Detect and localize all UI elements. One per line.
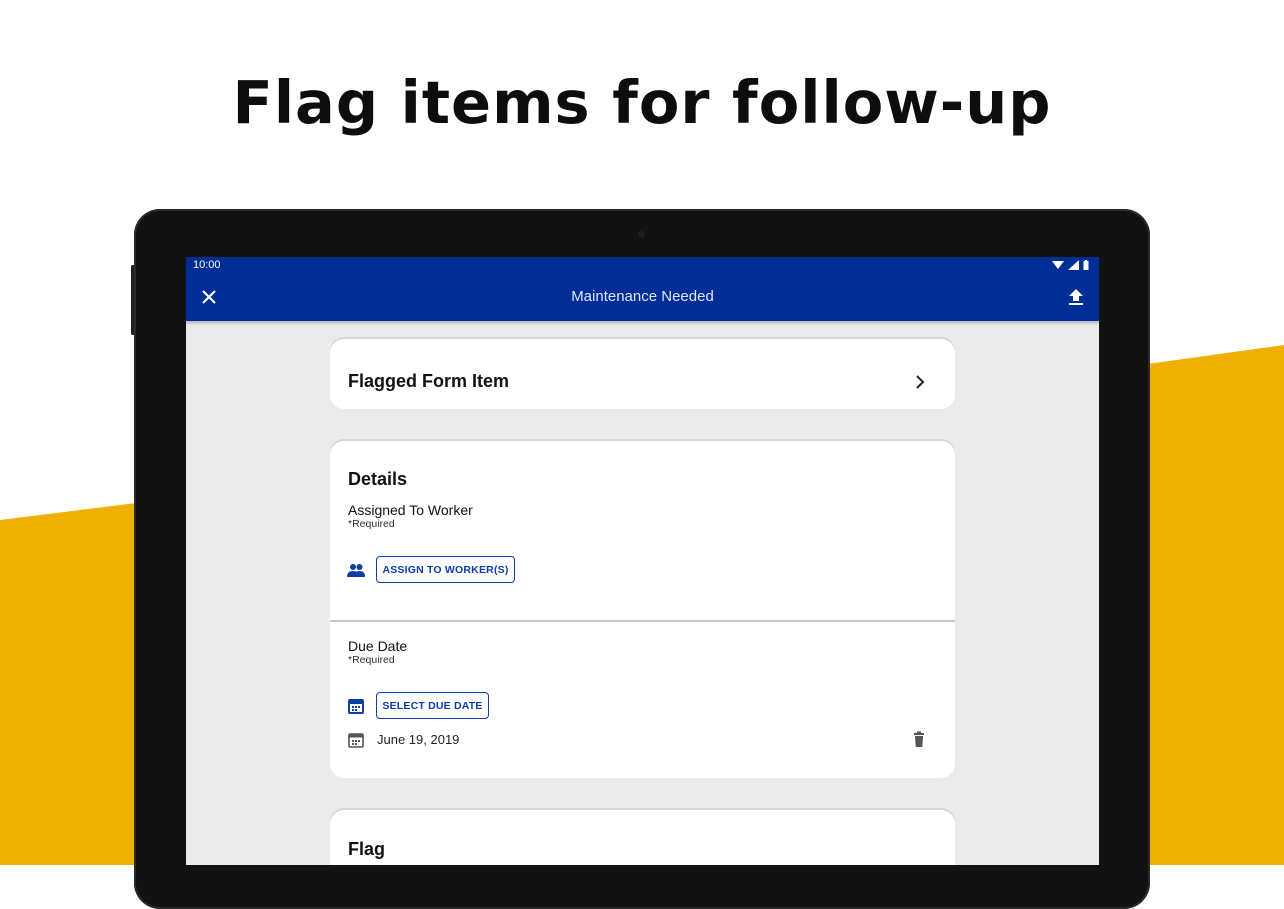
details-card: Details Assigned To Worker *Required ASS…	[330, 441, 955, 778]
flagged-item-title: Flagged Form Item	[348, 371, 510, 391]
details-heading: Details	[348, 469, 408, 489]
details-divider	[330, 620, 955, 622]
status-time: 10:00	[193, 259, 221, 271]
assign-worker-button[interactable]: ASSIGN TO WORKER(S)	[376, 556, 515, 583]
app-bar-title: Maintenance Needed	[571, 288, 714, 305]
app-bar: Maintenance Needed	[186, 274, 1099, 321]
camera-icon	[638, 231, 645, 238]
upload-icon[interactable]	[1065, 286, 1087, 308]
due-date-required: *Required	[348, 654, 395, 666]
select-due-date-button[interactable]: SELECT DUE DATE	[376, 692, 489, 719]
flag-heading: Flag	[348, 839, 386, 859]
chevron-right-icon[interactable]	[913, 375, 927, 389]
trash-icon[interactable]	[910, 731, 928, 749]
signal-icon	[1068, 260, 1079, 270]
assigned-required: *Required	[348, 518, 395, 530]
due-date-value: June 19, 2019	[377, 732, 460, 747]
people-icon	[347, 564, 365, 577]
calendar-icon	[348, 733, 364, 748]
page-headline: Flag items for follow-up	[232, 68, 1052, 137]
assigned-label: Assigned To Worker	[348, 502, 473, 518]
app-screen: 10:00 Maintenance Needed Flagged Form It…	[186, 257, 1099, 865]
flag-card: Flag	[330, 810, 955, 865]
status-bar: 10:00	[186, 257, 1099, 274]
due-date-label: Due Date	[348, 638, 408, 654]
flagged-item-card[interactable]: Flagged Form Item	[330, 339, 955, 409]
wifi-icon	[1052, 261, 1064, 269]
battery-icon	[1083, 260, 1089, 270]
calendar-icon	[348, 699, 364, 714]
